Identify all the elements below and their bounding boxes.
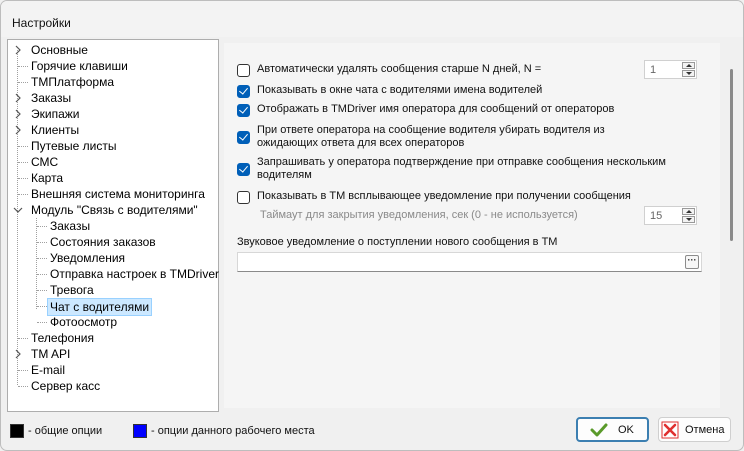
tree-item-label: Тревога [50,283,94,297]
tree-item-label: E-mail [31,363,66,377]
spinner-up-button[interactable] [682,208,695,215]
ok-button[interactable]: OK [576,417,649,442]
settings-tree[interactable]: Основные Горячие клавиши ТМПлатформа Зак… [7,39,219,412]
tree-branch-line [37,226,47,227]
option-confirm-multi[interactable]: Запрашивать у оператора подтверждение пр… [237,156,707,182]
option-show-operator-name[interactable]: Отображать в TMDriver имя оператора для … [237,103,707,117]
chevron-down-icon[interactable] [13,205,23,215]
spinner-value: 15 [650,210,663,222]
option-auto-delete[interactable]: Автоматически удалять сообщения старше N… [237,63,637,77]
sound-notification-label: Звуковое уведомление о поступлении новог… [237,236,558,248]
confirm-multi-checkbox[interactable] [237,163,250,176]
arrow-down-icon [686,72,692,75]
tree-item-label: TM API [31,347,71,361]
arrow-down-icon [686,218,692,221]
tree-item-label: Отправка настроек в TMDriver [50,267,220,281]
option-show-names[interactable]: Показывать в окне чата с водителями имен… [237,84,707,98]
legend-workplace-swatch [133,424,147,438]
tree-item-label: Заказы [50,219,91,233]
tree-item-label: Клиенты [31,123,80,137]
legend-common-label: - общие опции [28,425,103,437]
arrow-up-icon [686,210,692,213]
settings-content: Автоматически удалять сообщения старше N… [220,39,739,412]
spinner-up-button[interactable] [682,62,695,69]
options-panel: Автоматически удалять сообщения старше N… [224,43,733,408]
option-popup-notify[interactable]: Показывать в ТМ всплывающее уведомление … [237,190,707,204]
tree-branch-line [18,370,28,371]
tree-branch-line [18,194,28,195]
tree-branch-line [37,242,47,243]
tree-branch-line [37,322,47,323]
tree-branch-line [37,274,47,275]
ellipsis-icon: ··· [687,255,697,265]
ok-label: OK [618,423,634,436]
popup-notify-label: Показывать в ТМ всплывающее уведомление … [257,190,631,202]
chevron-right-icon[interactable] [13,109,23,119]
chevron-right-icon[interactable] [13,125,23,135]
popup-notify-checkbox[interactable] [237,191,250,204]
sound-file-input[interactable]: ··· [237,252,702,272]
spinner-down-button[interactable] [682,216,695,223]
cancel-button[interactable]: Отмена [658,417,731,442]
tree-branch-line [18,386,28,387]
title-bar: Настройки [1,1,743,37]
tree-guide-line [36,218,37,309]
chevron-right-icon[interactable] [13,45,23,55]
chevron-right-icon[interactable] [13,93,23,103]
arrow-up-icon [686,64,692,67]
tree-item-label: Путевые листы [31,139,117,153]
remove-driver-label: При ответе оператора на сообщение водите… [257,124,605,149]
tree-branch-line [18,82,28,83]
tree-branch-line [18,162,28,163]
tree-item-label: Карта [31,171,64,185]
legend-workplace-label: - опции данного рабочего места [151,425,315,437]
auto-delete-days-spinner[interactable]: 1 [644,60,697,79]
show-operator-name-label: Отображать в TMDriver имя оператора для … [257,103,615,115]
tree-branch-line [18,66,28,67]
tree-item-label: Состояния заказов [50,235,156,249]
tree-branch-line [18,338,28,339]
tree-item-label: Фотоосмотр [50,315,118,329]
tree-item-label: Горячие клавиши [31,59,128,73]
tree-item-label: Уведомления [50,251,126,265]
settings-window: Настройки Основные Горячие клавиши ТМПла… [0,0,744,451]
timeout-spinner[interactable]: 15 [644,206,697,225]
legend-common-swatch [10,424,24,438]
auto-delete-checkbox[interactable] [237,64,250,77]
tree-item-label: Основные [31,43,88,57]
tree-item-label: СМС [31,155,59,169]
browse-button[interactable]: ··· [685,255,699,269]
show-names-label: Показывать в окне чата с водителями имен… [257,84,543,96]
option-remove-driver[interactable]: При ответе оператора на сообщение водите… [237,124,637,150]
spinner-down-button[interactable] [682,70,695,77]
tree-item-label: Заказы [31,91,72,105]
checkmark-icon [590,423,608,437]
tree-branch-line [18,146,28,147]
tree-item-label: Сервер касс [31,379,101,393]
spinner-value: 1 [650,64,657,76]
auto-delete-label: Автоматически удалять сообщения старше N… [257,63,542,75]
show-names-checkbox[interactable] [237,85,250,98]
show-operator-name-checkbox[interactable] [237,104,250,117]
tree-item-label: ТМПлатформа [31,75,115,89]
tree-item-label: Модуль "Связь с водителями" [31,203,198,217]
spinner-arrows [682,208,695,223]
tree-branch-line [18,178,28,179]
confirm-multi-label: Запрашивать у оператора подтверждение пр… [257,156,666,181]
spinner-arrows [682,62,695,77]
cancel-label: Отмена [685,423,725,436]
remove-driver-checkbox[interactable] [237,131,250,144]
timeout-label: Таймаут для закрытия уведомления, сек (0… [260,209,578,221]
vertical-scrollbar[interactable] [730,69,733,241]
chevron-right-icon[interactable] [13,349,23,359]
close-icon [661,421,679,439]
tree-item-label: Внешняя система мониторинга [31,187,205,201]
tree-branch-line [37,290,47,291]
tree-branch-line [37,306,47,307]
tree-item-label: Телефония [31,331,94,345]
tree-item-label: Экипажи [31,107,80,121]
tree-branch-line [37,258,47,259]
window-title: Настройки [12,16,71,30]
